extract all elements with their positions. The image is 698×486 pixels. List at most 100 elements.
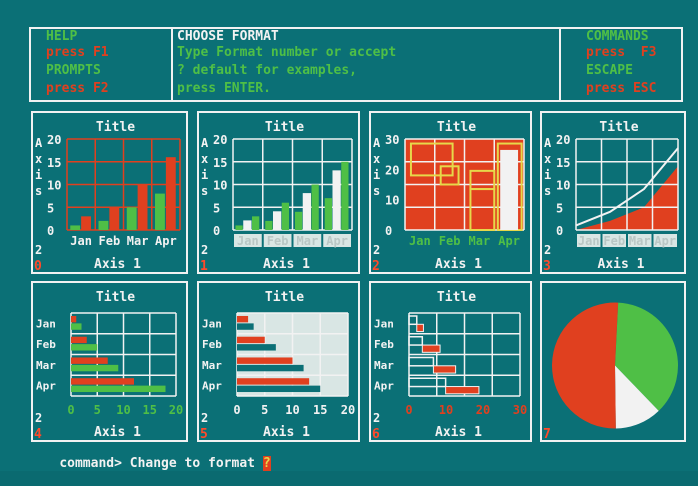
bar <box>281 202 290 230</box>
axis-2-letter: i <box>201 168 208 182</box>
y-tick-label: Mar <box>36 359 56 372</box>
help-title: HELP <box>46 29 78 44</box>
outlined-bar <box>408 336 424 346</box>
bar <box>416 323 424 333</box>
bar <box>332 170 341 231</box>
bar <box>71 364 119 372</box>
format-panel-2-chart: 2 Title Axis 1 Axis 2 30 20 10 0 Jan Feb Mar Apr <box>371 120 525 272</box>
help-key[interactable]: press F1 <box>46 45 109 61</box>
x-tick-label: 20 <box>476 403 490 417</box>
axis-1-label: Axis 1 <box>435 425 482 440</box>
axis-2-letter: s <box>201 184 208 198</box>
format-panel-1[interactable]: 1 Title Axis 1 Ax i s 2 20 15 10 5 0 Jan Feb Mar Apr <box>197 111 360 274</box>
format-number-label: 1 <box>200 259 208 272</box>
bar <box>71 336 87 344</box>
format-panel-4[interactable]: 4 Title Axis 1 2 Jan Feb Mar Apr 0 5 10 15 20 <box>31 281 188 442</box>
axis-2-letter: A <box>544 136 552 150</box>
x-tick-label: 0 <box>67 403 74 417</box>
y-tick-label: Feb <box>202 338 222 351</box>
y-tick-label: Jan <box>36 317 56 330</box>
outlined-bar <box>408 315 418 326</box>
bar <box>341 161 349 230</box>
y-tick-label: 15 <box>47 156 61 170</box>
axis-2-letter: A <box>35 136 43 150</box>
format-panel-5[interactable]: 5 Title Axis 1 2 Jan Feb Mar Apr 0 5 10 15 20 <box>197 281 360 442</box>
x-tick-label: 10 <box>439 403 453 417</box>
y-tick-label: 15 <box>556 156 570 170</box>
axis-2-number: 2 <box>373 243 380 257</box>
prompts-key[interactable]: press F2 <box>46 81 109 97</box>
commands-key[interactable]: press F3 <box>586 45 656 61</box>
y-tick-label: 5 <box>556 201 563 215</box>
y-tick-label: 10 <box>213 179 227 193</box>
bar <box>237 364 304 372</box>
bar <box>237 357 293 364</box>
x-tick-label: Apr <box>326 234 348 248</box>
y-tick-label: 30 <box>385 133 399 147</box>
command-cursor[interactable]: ? <box>262 456 271 471</box>
y-tick-label: 5 <box>213 201 220 215</box>
axis-2-number: 2 <box>35 411 42 425</box>
format-panel-0[interactable]: 0 Title Axis 1 Ax i s 2 20 15 10 5 0 Jan Feb Mar Apr <box>31 111 188 274</box>
format-panel-5-chart: 5 Title Axis 1 2 Jan Feb Mar Apr 0 5 10 15 20 <box>199 290 355 440</box>
y-tick-label: 20 <box>47 133 61 147</box>
format-panel-3-chart: 3 Title Axis 1 Axis 2 20 15 10 5 0 Jan Feb Mar Apr <box>542 120 679 272</box>
axis-2-letter: i <box>544 168 551 182</box>
commands-title: COMMANDS <box>586 29 649 44</box>
format-number-label: 0 <box>34 259 42 272</box>
x-tick-label: Jan <box>237 234 259 248</box>
bar <box>71 344 98 351</box>
y-tick-label: Apr <box>374 380 394 393</box>
y-tick-label: 20 <box>213 133 227 147</box>
axis-1-label: Axis 1 <box>435 257 482 272</box>
axis-1-label: Axis 1 <box>598 257 645 272</box>
pie-slice <box>552 302 619 429</box>
x-tick-label: 15 <box>313 403 327 417</box>
axis-2-number: 2 <box>35 243 42 257</box>
escape-title: ESCAPE <box>586 63 633 78</box>
y-tick-label: Feb <box>374 338 394 351</box>
bar <box>237 336 265 344</box>
y-tick-label: 0 <box>385 224 392 238</box>
bar <box>252 216 260 230</box>
bar <box>272 211 282 231</box>
format-panel-7[interactable]: 7 <box>540 281 686 442</box>
choose-format-line-3: press ENTER. <box>177 81 271 96</box>
x-tick-label: 30 <box>513 403 527 417</box>
bar <box>421 344 441 353</box>
escape-key[interactable]: press ESC <box>586 81 656 97</box>
axis-2-number: 2 <box>544 243 551 257</box>
y-tick-label: Feb <box>36 338 56 351</box>
format-panel-6[interactable]: 6 Title Axis 1 2 Jan Feb Mar Apr 0 10 20 30 <box>369 281 532 442</box>
bar <box>294 211 303 230</box>
y-tick-label: 0 <box>47 224 54 238</box>
bar <box>235 225 243 230</box>
format-panel-2[interactable]: 2 Title Axis 1 Ax i s 2 30 20 10 0 Jan Feb Mar Apr <box>369 111 532 274</box>
format-number-label: 6 <box>372 427 380 440</box>
y-tick-label: 10 <box>385 194 399 208</box>
format-number-label: 7 <box>543 427 551 440</box>
x-tick-label: Mar <box>629 234 651 248</box>
x-tick-label: 20 <box>169 403 183 417</box>
x-tick-label: Feb <box>99 234 121 248</box>
choose-format-title: CHOOSE FORMAT <box>177 29 279 44</box>
x-tick-label: 0 <box>233 403 240 417</box>
bar <box>237 344 276 351</box>
x-tick-label: Jan <box>578 234 600 248</box>
format-panel-3[interactable]: 3 Title Axis 1 Ax i s 2 20 15 10 5 0 Jan Feb Mar Apr <box>540 111 686 274</box>
axis-2-number: 2 <box>201 411 208 425</box>
x-tick-label: Apr <box>498 234 520 248</box>
chart-title: Title <box>437 120 476 135</box>
prompts-title: PROMPTS <box>46 63 101 78</box>
axis-1-label: Axis 1 <box>94 425 141 440</box>
axis-2-letter: x <box>201 152 208 166</box>
axis-2-letter: x <box>35 152 42 166</box>
format-panel-0-chart: 0 Title Axis 1 Axis 2 20 15 10 5 0 Jan Feb Mar Apr <box>33 120 181 272</box>
y-tick-label: Apr <box>202 380 222 393</box>
x-tick-label: Apr <box>654 234 676 248</box>
bar <box>71 385 166 393</box>
bar <box>302 193 312 231</box>
bar <box>265 220 273 230</box>
y-tick-label: Jan <box>374 317 394 330</box>
command-line[interactable]: command> Change to format ? <box>28 441 271 486</box>
